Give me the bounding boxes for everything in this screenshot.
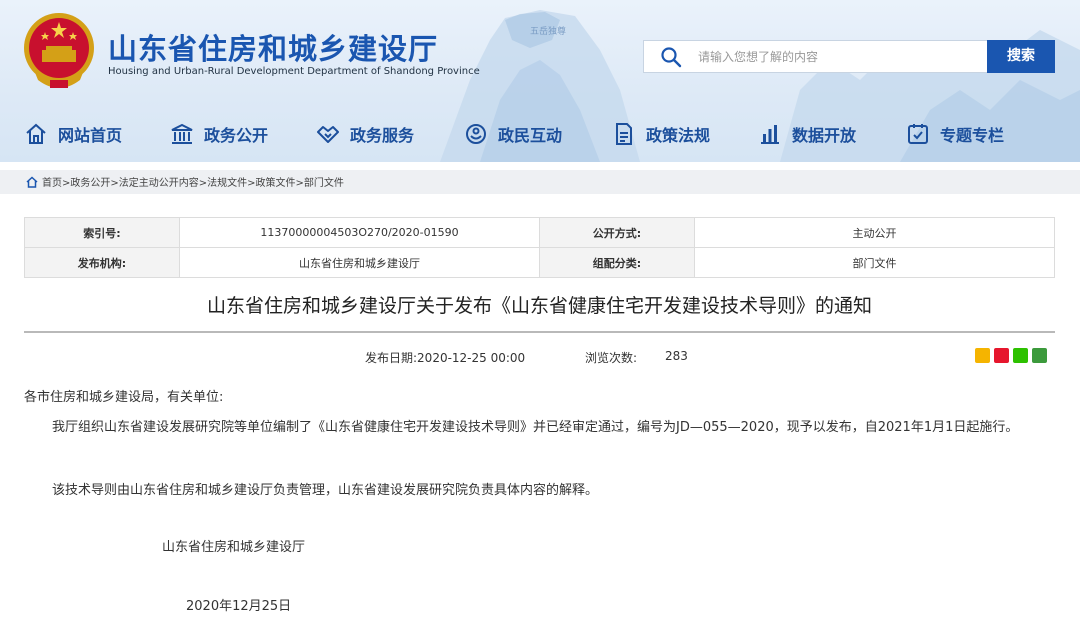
svg-text:五岳独尊: 五岳独尊 — [530, 25, 566, 37]
main-nav: 网站首页 政务公开 政务服务 政民互动 政策法规 数据开放 专题专栏 — [0, 112, 1080, 156]
qzone-icon[interactable] — [975, 348, 990, 363]
publish-date: 发布日期:2020-12-25 00:00 — [365, 351, 526, 365]
views-count: 283 — [665, 349, 688, 363]
category-label: 组配分类: — [539, 247, 695, 278]
table-row: 索引号: 11370000004503O270/2020-01590 公开方式:… — [24, 217, 1055, 248]
publisher-label: 发布机构: — [24, 247, 180, 278]
government-building-icon — [171, 123, 193, 144]
salutation: 各市住房和城乡建设局，有关单位: — [24, 390, 224, 405]
title-divider — [24, 331, 1055, 333]
paragraph-1: 我厅组织山东省建设发展研究院等单位编制了《山东省健康住宅开发建设技术导则》并已经… — [52, 420, 1019, 435]
interaction-icon — [466, 124, 486, 144]
table-row: 发布机构: 山东省住房和城乡建设厅 组配分类: 部门文件 — [24, 247, 1055, 278]
nav-item-open-data[interactable]: 数据开放 — [758, 112, 856, 156]
document-metadata-table: 索引号: 11370000004503O270/2020-01590 公开方式:… — [24, 217, 1055, 278]
nav-item-home[interactable]: 网站首页 — [24, 112, 122, 156]
nav-item-interaction[interactable]: 政民互动 — [464, 112, 562, 156]
national-emblem-logo — [24, 13, 94, 88]
publisher-value: 山东省住房和城乡建设厅 — [179, 247, 540, 278]
open-mode-label: 公开方式: — [539, 217, 695, 248]
share-bar — [975, 348, 1047, 363]
search-input[interactable] — [698, 41, 978, 72]
bar-chart-icon — [761, 125, 779, 144]
handshake-icon — [317, 126, 339, 143]
nav-item-topics[interactable]: 专题专栏 — [906, 112, 1004, 156]
home-icon[interactable] — [26, 175, 38, 188]
nav-item-label: 政民互动 — [498, 126, 563, 145]
site-header: 五岳独尊 山东省住房和城乡建设厅 Housing and Urban-Rural… — [0, 0, 1080, 162]
site-subtitle: Housing and Urban-Rural Development Depa… — [108, 66, 480, 77]
views-label: 浏览次数: — [585, 351, 638, 365]
open-mode-value: 主动公开 — [694, 217, 1055, 248]
nav-item-gov-services[interactable]: 政务服务 — [316, 112, 414, 156]
wechat-icon[interactable] — [1013, 348, 1028, 363]
document-icon — [616, 123, 632, 145]
nav-item-label: 政策法规 — [646, 126, 711, 145]
paragraph-2: 该技术导则由山东省住房和城乡建设厅负责管理，山东省建设发展研究院负责具体内容的解… — [52, 483, 599, 498]
nav-item-label: 政务服务 — [350, 126, 415, 145]
topic-icon — [908, 124, 928, 144]
signature: 山东省住房和城乡建设厅 — [162, 540, 306, 555]
index-label: 索引号: — [24, 217, 180, 248]
breadcrumb: 首页>政务公开>法定主动公开内容>法规文件>政策文件>部门文件 — [26, 174, 344, 189]
search-button[interactable]: 搜索 — [987, 40, 1055, 73]
nav-item-label: 政务公开 — [204, 126, 269, 145]
nav-item-gov-affairs[interactable]: 政务公开 — [170, 112, 268, 156]
site-title: 山东省住房和城乡建设厅 — [108, 32, 439, 66]
weibo-icon[interactable] — [994, 348, 1009, 363]
nav-item-label: 网站首页 — [58, 126, 123, 145]
breadcrumb-text[interactable]: 首页>政务公开>法定主动公开内容>法规文件>政策文件>部门文件 — [42, 174, 344, 189]
douban-icon[interactable] — [1032, 348, 1047, 363]
category-value: 部门文件 — [694, 247, 1055, 278]
nav-item-label: 数据开放 — [792, 126, 857, 145]
home-icon — [26, 123, 46, 144]
index-value: 11370000004503O270/2020-01590 — [179, 217, 540, 248]
search-icon — [661, 47, 682, 68]
article-title: 山东省住房和城乡建设厅关于发布《山东省健康住宅开发建设技术导则》的通知 — [206, 295, 872, 317]
nav-item-policy[interactable]: 政策法规 — [612, 112, 710, 156]
signature-date: 2020年12月25日 — [186, 599, 292, 614]
nav-item-label: 专题专栏 — [940, 126, 1005, 145]
